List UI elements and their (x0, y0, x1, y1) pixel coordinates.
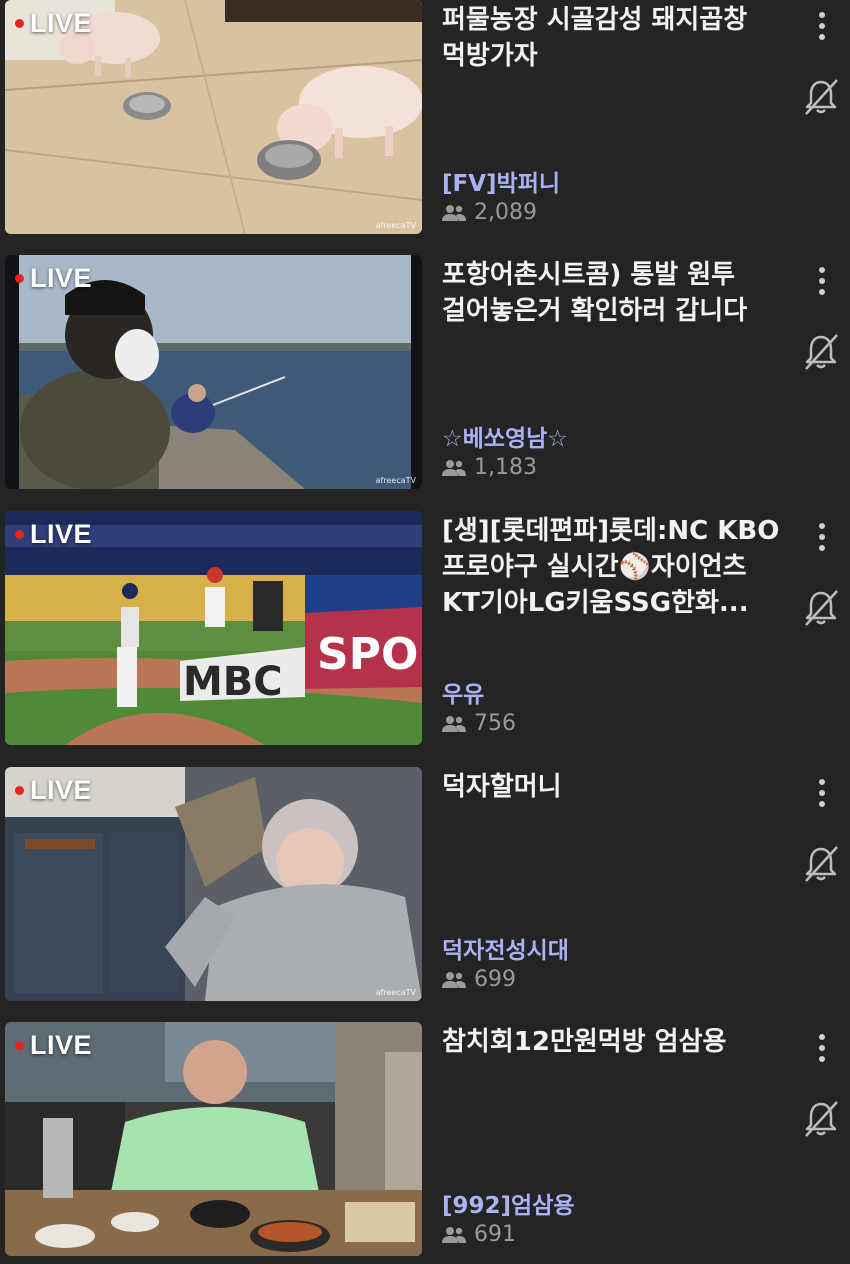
live-stream-list: LIVE afreecaTV 퍼물농장 시골감성 돼지곱창 먹방가자 [FV]박… (0, 0, 850, 1264)
stream-item[interactable]: LIVE 참치회12만원먹방 엄삼용 [992]엄삼용 691 (0, 1022, 850, 1258)
channel-name[interactable]: ☆베쏘영남☆ (442, 419, 568, 453)
people-icon (442, 1226, 466, 1243)
people-icon (442, 204, 466, 221)
afreeca-watermark: afreecaTV (375, 221, 416, 230)
stream-title[interactable]: [생][롯데편파]롯데:NC KBO 프로야구 실시간⚾자이언츠 KT기아LG키… (442, 513, 792, 621)
more-options-button[interactable] (808, 519, 836, 555)
bell-off-icon[interactable] (800, 587, 842, 629)
live-dot-icon (15, 1041, 24, 1050)
viewer-count-value: 1,183 (474, 455, 537, 480)
more-vertical-icon (819, 523, 825, 529)
bell-off-icon[interactable] (800, 1098, 842, 1140)
viewer-count-value: 2,089 (474, 200, 537, 225)
channel-name[interactable]: 덕자전성시대 (442, 931, 569, 965)
afreeca-watermark: afreecaTV (375, 476, 416, 485)
live-dot-icon (15, 530, 24, 539)
people-icon (442, 459, 466, 476)
stream-item[interactable]: LIVE afreecaTV 덕자할머니 덕자전성시대 699 (0, 767, 850, 1003)
viewer-count-value: 756 (474, 711, 516, 736)
stream-title[interactable]: 덕자할머니 (442, 769, 792, 805)
stream-item[interactable]: LIVE afreecaTV 포항어촌시트콤) 통발 원투 걸어놓은거 확인하러… (0, 255, 850, 491)
live-badge: LIVE (15, 775, 92, 806)
stream-title[interactable]: 퍼물농장 시골감성 돼지곱창 먹방가자 (442, 2, 792, 74)
channel-name[interactable]: [FV]박퍼니 (442, 164, 560, 198)
more-options-button[interactable] (808, 775, 836, 811)
more-options-button[interactable] (808, 1030, 836, 1066)
more-vertical-icon (819, 1034, 825, 1040)
stream-thumbnail[interactable]: LIVE afreecaTV (5, 0, 422, 234)
more-vertical-icon (819, 12, 825, 18)
live-label: LIVE (30, 1030, 93, 1060)
viewer-count-value: 691 (474, 1222, 516, 1247)
afreeca-watermark: afreecaTV (375, 988, 416, 997)
bell-off-icon[interactable] (800, 331, 842, 373)
viewer-count: 1,183 (442, 455, 537, 480)
viewer-count: 2,089 (442, 200, 537, 225)
more-vertical-icon (819, 779, 825, 785)
channel-name[interactable]: 우유 (442, 675, 484, 709)
viewer-count: 691 (442, 1222, 516, 1247)
live-label: LIVE (30, 519, 93, 549)
live-dot-icon (15, 786, 24, 795)
more-vertical-icon (819, 267, 825, 273)
bell-off-icon[interactable] (800, 76, 842, 118)
stream-title[interactable]: 포항어촌시트콤) 통발 원투 걸어놓은거 확인하러 갑니다 (442, 257, 792, 329)
stream-thumbnail[interactable]: SPO MBC LIVE (5, 511, 422, 745)
people-icon (442, 971, 466, 988)
more-options-button[interactable] (808, 263, 836, 299)
stream-thumbnail[interactable]: LIVE afreecaTV (5, 767, 422, 1001)
viewer-count-value: 699 (474, 967, 516, 992)
live-badge: LIVE (15, 1030, 92, 1061)
live-label: LIVE (30, 8, 93, 38)
stream-thumbnail[interactable]: LIVE afreecaTV (5, 255, 422, 489)
live-dot-icon (15, 274, 24, 283)
live-badge: LIVE (15, 519, 92, 550)
stream-title[interactable]: 참치회12만원먹방 엄삼용 (442, 1024, 792, 1060)
live-badge: LIVE (15, 263, 92, 294)
people-icon (442, 715, 466, 732)
viewer-count: 699 (442, 967, 516, 992)
stream-thumbnail[interactable]: LIVE (5, 1022, 422, 1256)
channel-name[interactable]: [992]엄삼용 (442, 1186, 575, 1220)
live-label: LIVE (30, 775, 93, 805)
live-dot-icon (15, 19, 24, 28)
svg-text:SPO: SPO (317, 629, 418, 680)
bell-off-icon[interactable] (800, 843, 842, 885)
stream-item[interactable]: LIVE afreecaTV 퍼물농장 시골감성 돼지곱창 먹방가자 [FV]박… (0, 0, 850, 236)
viewer-count: 756 (442, 711, 516, 736)
live-badge: LIVE (15, 8, 92, 39)
more-options-button[interactable] (808, 8, 836, 44)
live-label: LIVE (30, 263, 93, 293)
svg-text:MBC: MBC (183, 659, 283, 705)
stream-item[interactable]: SPO MBC LIVE [생][롯데편파]롯데:NC KBO 프로야구 실시간… (0, 511, 850, 747)
